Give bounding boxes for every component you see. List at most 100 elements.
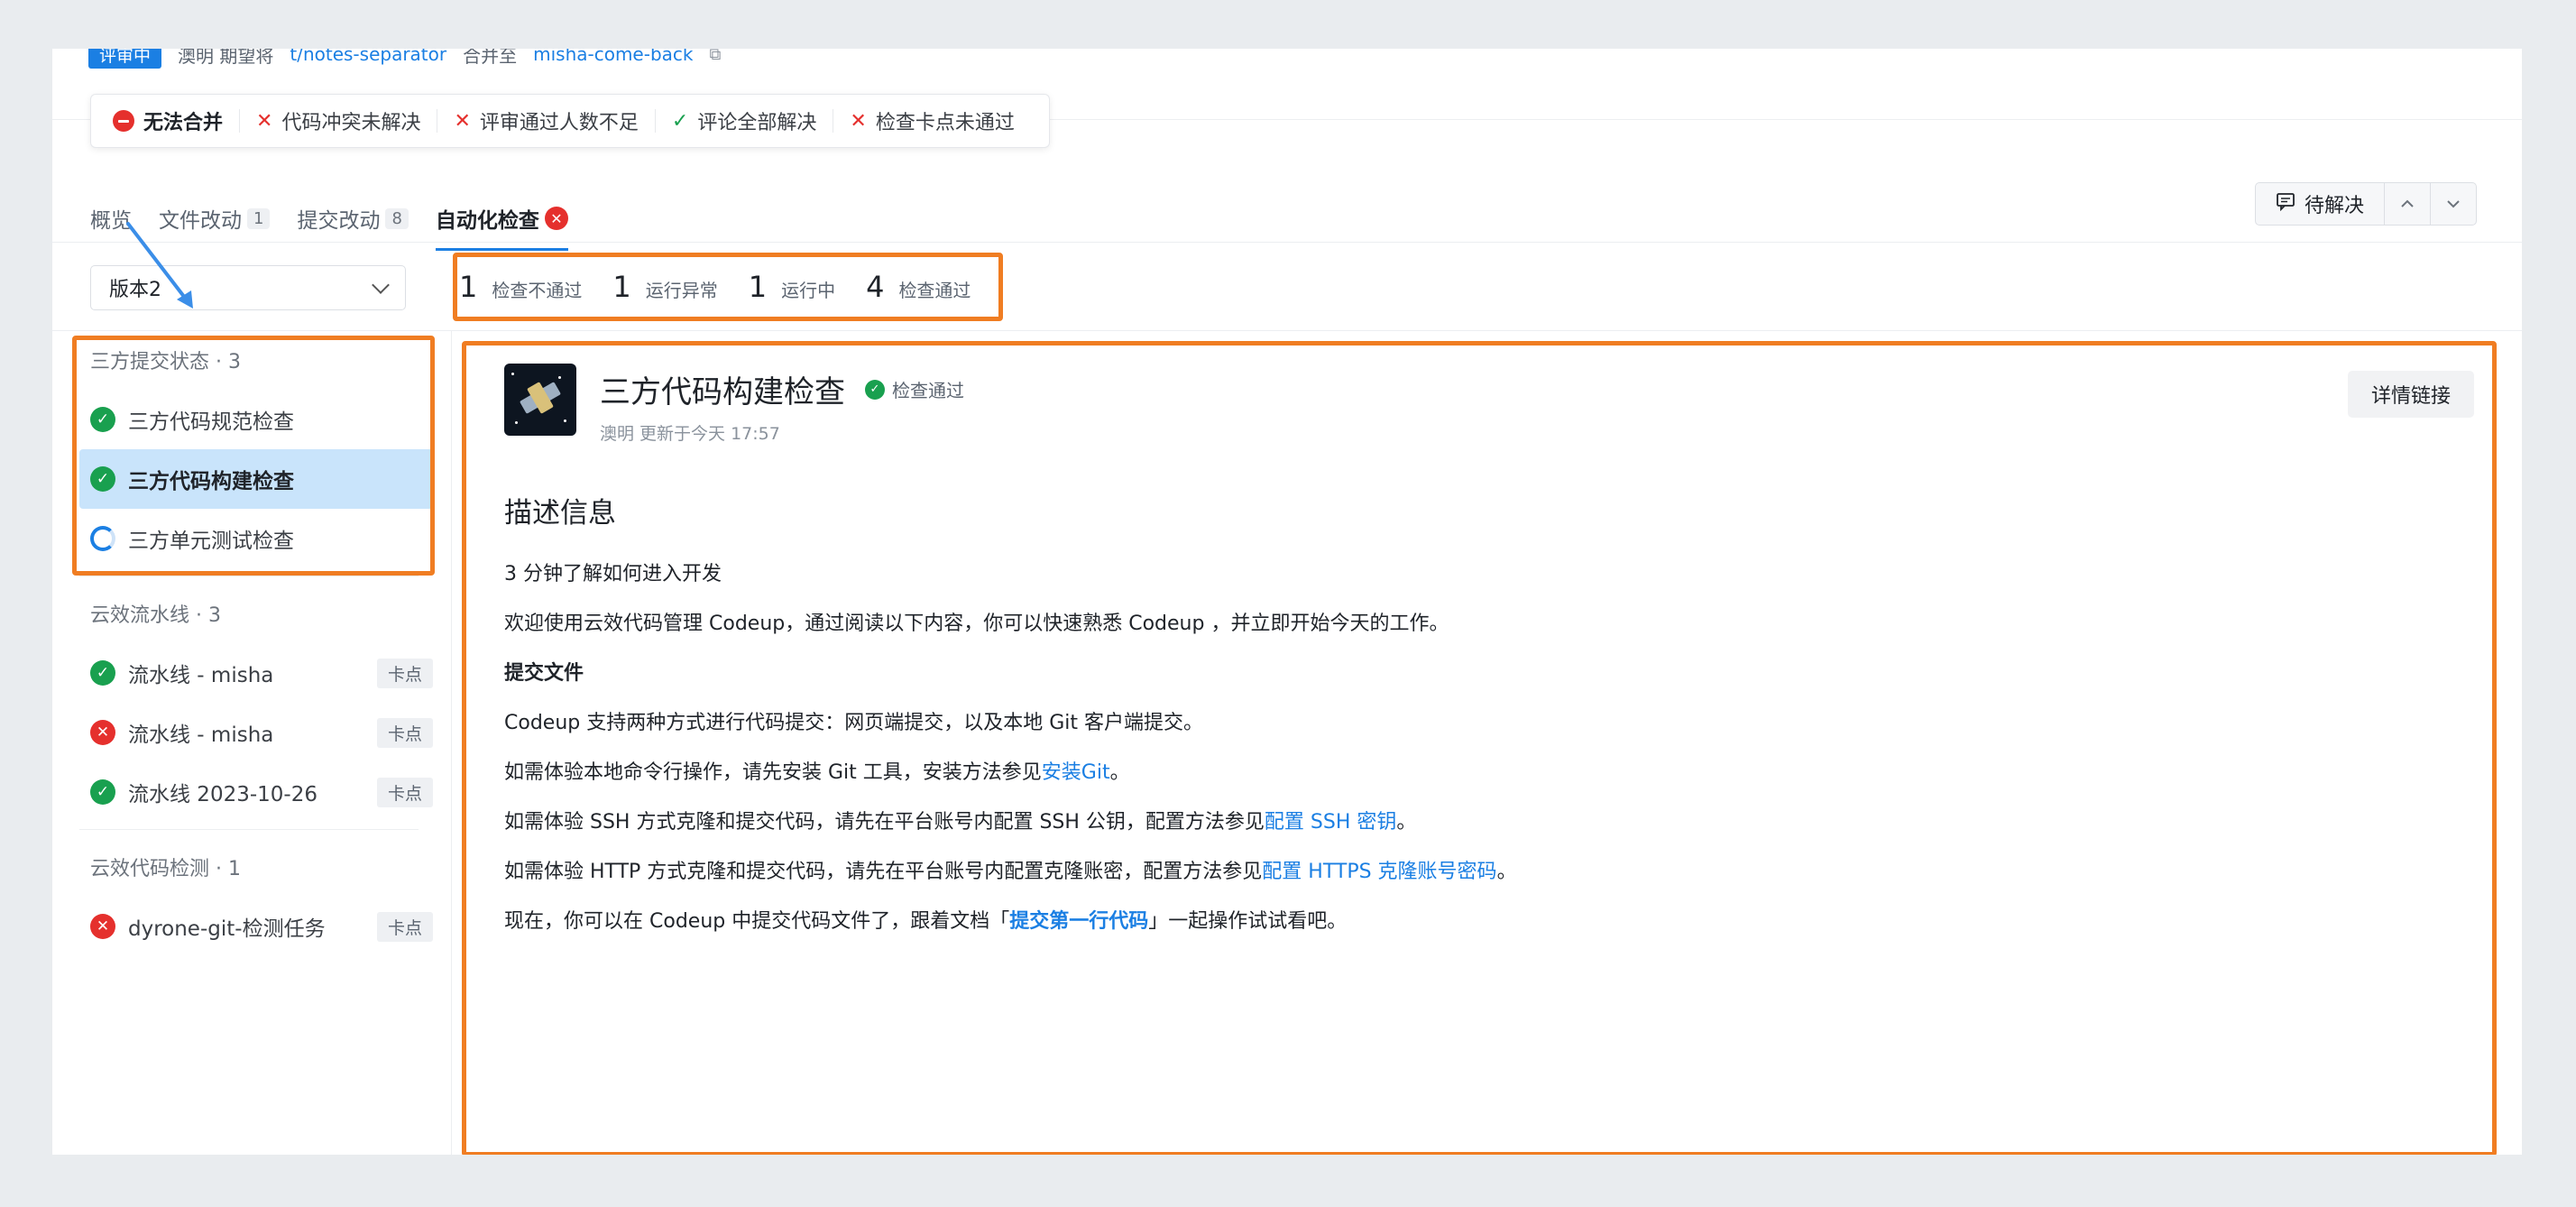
check-item[interactable]: 三方单元测试检查 bbox=[52, 509, 451, 568]
pending-button-label: 待解决 bbox=[2304, 195, 2364, 217]
merge-blocked-label: 无法合并 bbox=[143, 112, 224, 134]
detail-title: 三方代码构建检查 bbox=[600, 374, 845, 410]
review-status-badge: 评审中 bbox=[88, 49, 162, 69]
success-icon: ✓ bbox=[90, 466, 115, 492]
summary-label: 检查通过 bbox=[898, 280, 971, 301]
tab-label: 文件改动 bbox=[159, 209, 242, 233]
chevron-down-icon bbox=[372, 276, 390, 294]
ssh-key-link[interactable]: 配置 SSH 密钥 bbox=[1265, 811, 1396, 834]
merge-check-item: ✕ 评审通过人数不足 bbox=[437, 109, 656, 134]
success-icon: ✓ bbox=[90, 779, 115, 805]
column-divider bbox=[451, 330, 452, 1155]
tabs-divider bbox=[52, 242, 2522, 243]
previous-comment-button[interactable] bbox=[2385, 183, 2431, 225]
summary-running: 1 运行中 bbox=[749, 270, 835, 304]
next-comment-button[interactable] bbox=[2431, 183, 2476, 225]
detail-meta: 澳明 更新于今天 17:57 bbox=[600, 424, 780, 444]
mr-header-middle: 合并至 bbox=[463, 49, 518, 67]
summary-error: 1 运行异常 bbox=[612, 270, 717, 304]
detail-header: 三方代码构建检查 ✓ 检查通过 澳明 更新于今天 17:57 bbox=[504, 364, 964, 445]
gate-tag: 卡点 bbox=[376, 777, 433, 807]
chevron-down-icon bbox=[2445, 195, 2461, 214]
summary-label: 运行中 bbox=[781, 280, 836, 301]
merge-check-label: 代码冲突未解决 bbox=[281, 112, 421, 134]
mr-header-prefix: 澳明 期望将 bbox=[178, 49, 274, 67]
pending-comments-button[interactable]: 待解决 bbox=[2256, 183, 2385, 225]
check-avatar bbox=[504, 364, 576, 436]
running-icon bbox=[90, 526, 115, 551]
version-select[interactable]: 版本2 bbox=[90, 265, 406, 310]
merge-check-item: ✓ 评论全部解决 bbox=[656, 109, 834, 134]
success-icon: ✓ bbox=[90, 407, 115, 432]
error-icon: ✕ bbox=[544, 207, 568, 230]
check-item[interactable]: ✕ 流水线 - misha 卡点 bbox=[52, 703, 451, 762]
gate-tag: 卡点 bbox=[376, 717, 433, 748]
paragraph: 如需体验 SSH 方式克隆和提交代码，请先在平台账号内配置 SSH 公钥，配置方… bbox=[504, 811, 1417, 834]
check-item-label: 流水线 2023-10-26 bbox=[128, 783, 317, 806]
merge-check-item: ✕ 检查卡点未通过 bbox=[833, 109, 1030, 135]
summary-count: 1 bbox=[748, 270, 768, 304]
tab-commits[interactable]: 提交改动 8 bbox=[297, 193, 409, 244]
summary-count: 4 bbox=[866, 270, 885, 304]
https-credentials-link[interactable]: 配置 HTTPS 克隆账号密码 bbox=[1262, 861, 1496, 883]
merge-check-label: 检查卡点未通过 bbox=[875, 112, 1015, 134]
error-icon: ✕ bbox=[90, 720, 115, 745]
tab-label: 自动化检查 bbox=[435, 209, 539, 233]
install-git-link[interactable]: 安装Git bbox=[1042, 761, 1110, 784]
gate-tag: 卡点 bbox=[376, 658, 433, 688]
cross-icon: ✕ bbox=[850, 109, 867, 133]
blocked-icon bbox=[113, 110, 134, 132]
group-title: 云效流水线 · 3 bbox=[90, 604, 221, 627]
merge-status-bar: 无法合并 ✕ 代码冲突未解决 ✕ 评审通过人数不足 ✓ 评论全部解决 ✕ 检查卡… bbox=[90, 94, 1050, 148]
description-content: 描述信息 3 分钟了解如何进入开发 欢迎使用云效代码管理 Codeup，通过阅读… bbox=[504, 490, 2420, 962]
summary-failed: 1 检查不通过 bbox=[459, 270, 582, 304]
check-item-label: 流水线 - misha bbox=[128, 723, 274, 747]
subheading: 提交文件 bbox=[504, 662, 584, 685]
chevron-up-icon bbox=[2399, 195, 2415, 214]
detail-status-label: 检查通过 bbox=[892, 380, 964, 401]
group-divider bbox=[79, 829, 419, 830]
tab-automated-checks[interactable]: 自动化检查 ✕ bbox=[435, 193, 568, 251]
summary-count: 1 bbox=[459, 270, 478, 304]
detail-status: ✓ 检查通过 bbox=[865, 376, 964, 402]
page: 评审中 澳明 期望将 t/notes-separator 合并至 misha-c… bbox=[52, 49, 2522, 1155]
version-select-value: 版本2 bbox=[109, 279, 161, 301]
cross-icon: ✕ bbox=[256, 109, 273, 133]
source-branch-link[interactable]: t/notes-separator bbox=[290, 49, 446, 65]
paragraph: 如需体验本地命令行操作，请先安装 Git 工具，安装方法参见安装Git。 bbox=[504, 761, 1130, 784]
first-commit-link[interactable]: 提交第一行代码 bbox=[1009, 910, 1148, 933]
check-icon: ✓ bbox=[671, 109, 689, 133]
check-item-label: 三方代码构建检查 bbox=[128, 470, 294, 493]
pending-toolbar: 待解决 bbox=[2254, 182, 2477, 226]
tab-count-badge: 1 bbox=[247, 207, 271, 229]
check-item[interactable]: ✓ 流水线 2023-10-26 卡点 bbox=[52, 762, 451, 822]
group-title: 云效代码检测 · 1 bbox=[90, 858, 241, 880]
copy-icon[interactable]: ⧉ bbox=[709, 49, 721, 64]
gate-tag: 卡点 bbox=[376, 911, 433, 942]
merge-check-label: 评审通过人数不足 bbox=[479, 112, 639, 134]
tab-overview[interactable]: 概览 bbox=[90, 193, 132, 244]
tab-count-badge: 8 bbox=[385, 207, 409, 229]
description-heading: 描述信息 bbox=[504, 497, 616, 530]
check-item-selected[interactable]: ✓ 三方代码构建检查 bbox=[79, 449, 433, 509]
check-item[interactable]: ✓ 流水线 - misha 卡点 bbox=[52, 643, 451, 703]
check-detail-panel: 三方代码构建检查 ✓ 检查通过 澳明 更新于今天 17:57 详情链接 描述信息… bbox=[462, 341, 2497, 1155]
paragraph: 现在，你可以在 Codeup 中提交代码文件了，跟着文档「提交第一行代码」一起操… bbox=[504, 910, 1348, 933]
details-link-button[interactable]: 详情链接 bbox=[2347, 371, 2474, 418]
merge-check-item: ✕ 代码冲突未解决 bbox=[240, 109, 438, 134]
tab-file-changes[interactable]: 文件改动 1 bbox=[159, 193, 271, 244]
check-item[interactable]: ✓ 三方代码规范检查 bbox=[52, 390, 451, 449]
check-item[interactable]: ✕ dyrone-git-检测任务 卡点 bbox=[52, 897, 451, 956]
summary-label: 运行异常 bbox=[645, 280, 718, 301]
mr-tabs: 概览 文件改动 1 提交改动 8 自动化检查 ✕ bbox=[90, 193, 568, 251]
check-item-label: 流水线 - misha bbox=[128, 664, 274, 687]
merge-blocked-status: 无法合并 bbox=[109, 109, 241, 134]
paragraph: 欢迎使用云效代码管理 Codeup，通过阅读以下内容，你可以快速熟悉 Codeu… bbox=[504, 613, 1449, 635]
target-branch-link[interactable]: misha-come-back bbox=[533, 49, 693, 65]
mr-header-strip: 评审中 澳明 期望将 t/notes-separator 合并至 misha-c… bbox=[88, 49, 721, 69]
paragraph: Codeup 支持两种方式进行代码提交：网页端提交，以及本地 Git 客户端提交… bbox=[504, 712, 1203, 734]
summary-passed: 4 检查通过 bbox=[866, 270, 971, 304]
success-icon: ✓ bbox=[90, 660, 115, 686]
paragraph: 3 分钟了解如何进入开发 bbox=[504, 563, 722, 585]
cross-icon: ✕ bbox=[454, 109, 471, 133]
